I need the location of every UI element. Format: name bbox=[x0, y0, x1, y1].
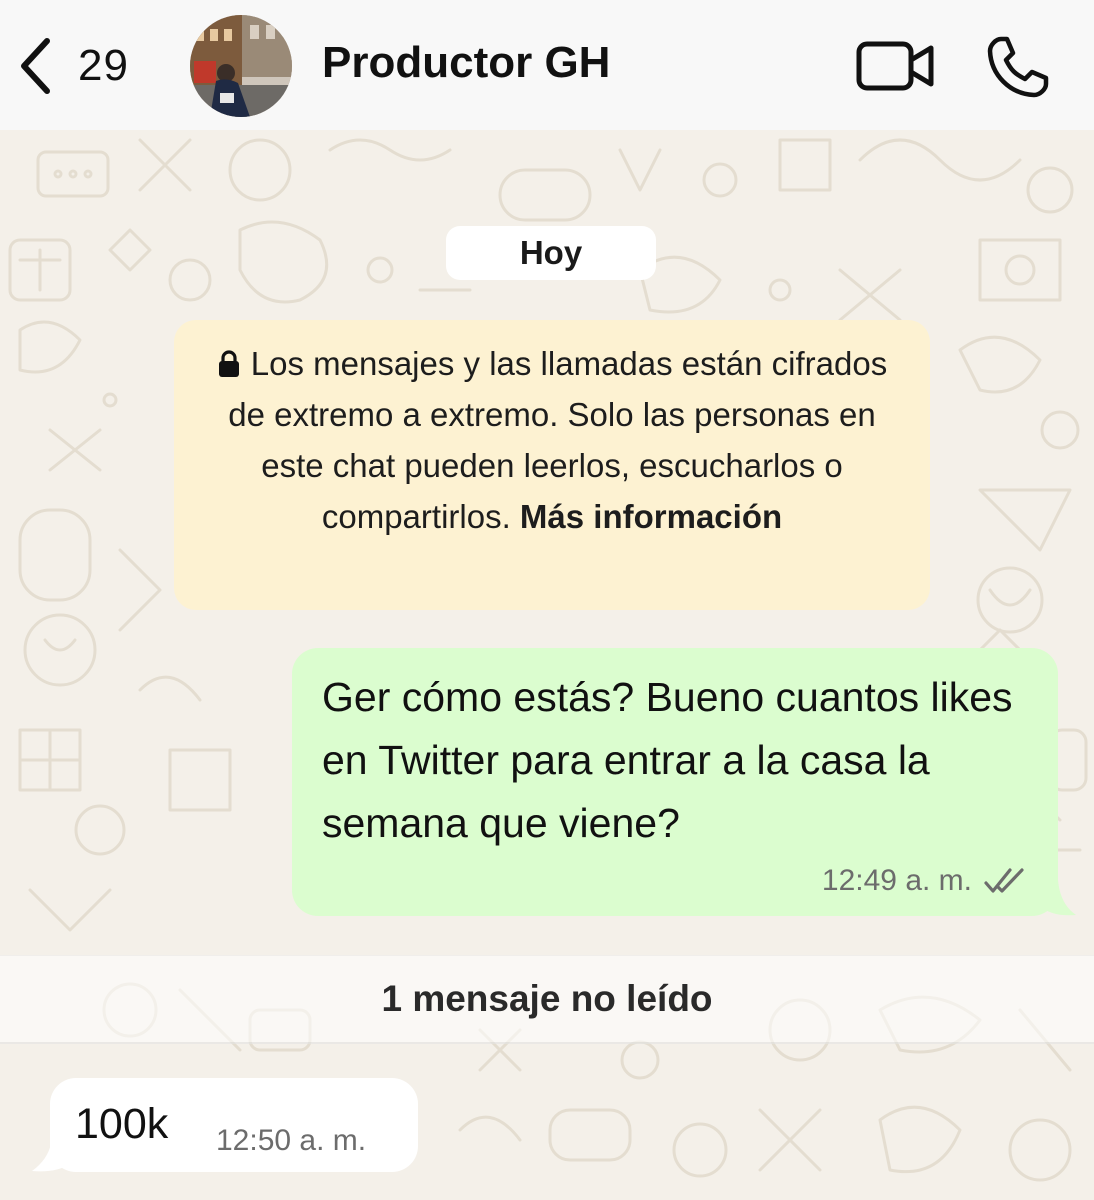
chevron-left-icon bbox=[21, 38, 50, 94]
double-check-icon bbox=[984, 868, 1024, 893]
message-time: 12:50 a. m. bbox=[216, 1124, 367, 1157]
voice-call-button[interactable] bbox=[985, 34, 1051, 105]
phone-icon bbox=[987, 36, 1049, 98]
lock-icon bbox=[218, 350, 239, 377]
video-call-button[interactable] bbox=[855, 38, 935, 99]
message-time: 12:49 a. m. bbox=[821, 864, 972, 897]
unread-chats-count: 29 bbox=[78, 41, 129, 90]
message-text: Ger cómo estás? Bueno cuantos likes en T… bbox=[322, 674, 1013, 846]
outgoing-message[interactable]: Ger cómo estás? Bueno cuantos likes en T… bbox=[292, 648, 1058, 916]
incoming-message[interactable]: 100k 12:50 a. m. bbox=[50, 1078, 418, 1172]
message-meta: 12:49 a. m. bbox=[822, 864, 1028, 898]
date-separator: Hoy bbox=[446, 226, 656, 280]
unread-messages-divider: 1 mensaje no leído bbox=[0, 955, 1094, 1044]
encryption-notice[interactable]: Los mensajes y las llamadas están cifrad… bbox=[174, 320, 930, 610]
unread-messages-label: 1 mensaje no leído bbox=[381, 978, 713, 1019]
back-button[interactable]: 29 bbox=[18, 30, 129, 102]
avatar[interactable] bbox=[190, 15, 292, 117]
chat-header: 29 Productor GH bbox=[0, 0, 1094, 130]
message-text: 100k bbox=[75, 1100, 169, 1148]
video-camera-icon bbox=[856, 41, 934, 91]
contact-name[interactable]: Productor GH bbox=[322, 38, 610, 88]
more-info-link[interactable]: Más información bbox=[520, 498, 782, 535]
